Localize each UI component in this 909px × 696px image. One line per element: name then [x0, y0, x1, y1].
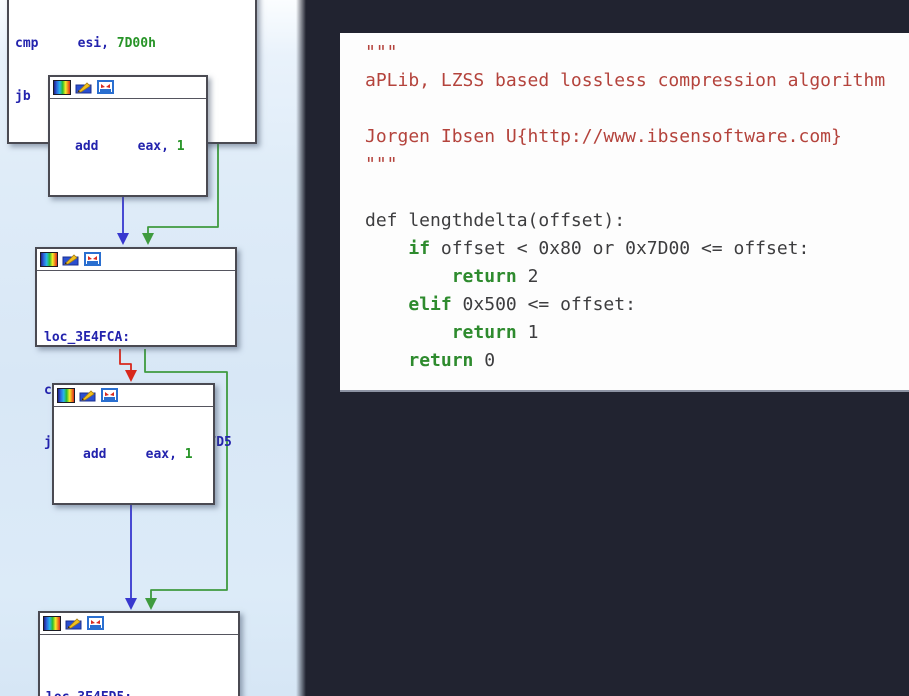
asm-line: add eax, 1 — [83, 446, 213, 464]
node-group-icon[interactable] — [97, 80, 115, 95]
code-line: """ — [365, 39, 909, 67]
code-line: def lengthdelta(offset): — [365, 207, 909, 235]
node-color-icon[interactable] — [43, 616, 61, 631]
node-color-icon[interactable] — [57, 388, 75, 403]
asm-line: add eax, 1 — [75, 138, 206, 156]
node-titlebar — [54, 385, 213, 407]
code-line — [365, 95, 909, 123]
code-line: elif 0x500 <= offset: — [365, 291, 909, 319]
asm-label-line: loc_3E4FD5: — [46, 689, 238, 696]
edge-blue-2-arrowhead — [125, 598, 137, 610]
loc-3e4fca-block[interactable]: loc_3E4FCA: cmp esi, 500h jb short loc_3… — [35, 247, 237, 347]
code-line: if offset < 0x80 or 0x7D00 <= offset: — [365, 235, 909, 263]
node-group-icon[interactable] — [84, 252, 102, 267]
code-line: """ — [365, 151, 909, 179]
node-edit-icon[interactable] — [75, 80, 93, 95]
code-line — [365, 179, 909, 207]
node-titlebar — [37, 249, 235, 271]
node-titlebar — [40, 613, 238, 635]
add-eax-1-block-lower[interactable]: add eax, 1 — [52, 383, 215, 505]
asm-label-line: loc_3E4FCA: — [44, 329, 235, 347]
code-line: return 0 — [365, 347, 909, 375]
code-line: Jorgen Ibsen U{http://www.ibsensoftware.… — [365, 123, 909, 151]
edge-green-1-arrowhead — [142, 233, 154, 245]
node-edit-icon[interactable] — [65, 616, 83, 631]
code-line: aPLib, LZSS based lossless compression a… — [365, 67, 909, 95]
loc-3e4fd5-block[interactable]: loc_3E4FD5: cmp esi, 80h jb short loc_3E… — [38, 611, 240, 696]
node-group-icon[interactable] — [101, 388, 119, 403]
node-edit-icon[interactable] — [62, 252, 80, 267]
add-eax-1-block-upper[interactable]: add eax, 1 — [48, 75, 208, 197]
asm-line: cmp esi, 7D00h — [15, 35, 255, 53]
node-titlebar — [50, 77, 206, 99]
code-line: return 2 — [365, 263, 909, 291]
disassembly-graph-pane[interactable]: cmp esi, 7D00h jb short loc_3E4FCA add e… — [0, 0, 306, 696]
edge-green-2-arrowhead — [145, 598, 157, 610]
code-line: return 1 — [365, 319, 909, 347]
node-edit-icon[interactable] — [79, 388, 97, 403]
pane-edge-fade — [296, 0, 306, 696]
edge-blue-1-arrowhead — [117, 233, 129, 245]
node-color-icon[interactable] — [40, 252, 58, 267]
node-color-icon[interactable] — [53, 80, 71, 95]
python-code-panel[interactable]: """ aPLib, LZSS based lossless compressi… — [340, 33, 909, 392]
node-group-icon[interactable] — [87, 616, 105, 631]
